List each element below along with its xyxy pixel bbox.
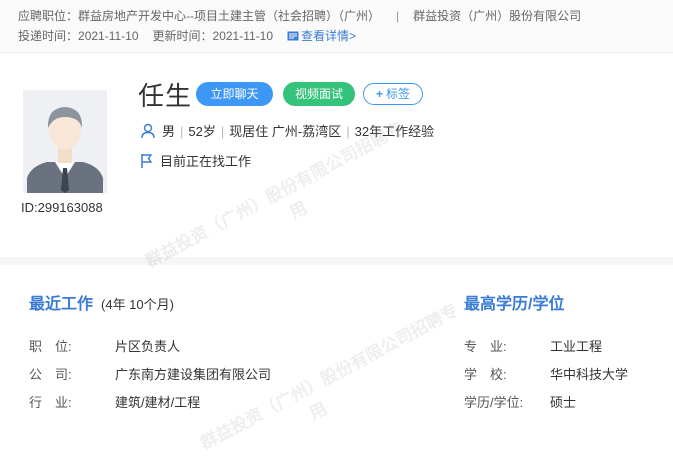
watermark: 群益投资（广州）股份有限公司招聘专用 [140,114,419,294]
school-value: 华中科技大学 [550,367,629,382]
chat-now-button[interactable]: 立即聊天 [196,82,273,106]
separator: | [396,9,400,23]
watermark-line2: 用 [306,398,331,424]
work-company-value: 广东南方建设集团有限公司 [115,367,272,382]
school-label: 学 校: [464,367,507,382]
major-value: 工业工程 [550,339,603,354]
person-icon [141,123,155,139]
submit-time-label: 投递时间： [18,29,79,43]
submit-time: 2021-11-10 [78,29,139,43]
update-time: 2021-11-10 [212,29,274,43]
document-icon [287,31,299,41]
default-male-avatar-icon [23,90,107,193]
work-experience: 32年工作经验 [354,124,435,139]
section-divider [0,257,673,265]
avatar [23,90,107,193]
recent-work-duration: (4年 10个月) [101,297,174,312]
view-details-link[interactable]: 查看详情> [287,29,356,43]
position-label: 应聘职位： [18,9,79,23]
job-status-text: 目前正在找工作 [160,154,252,169]
application-time-row: 投递时间：2021-11-10 更新时间：2021-11-10 查看详情> [18,27,356,44]
basic-info: 男 | 52岁 | 现居住 广州-荔湾区 | 32年工作经验 [140,121,434,140]
company-name: 群益投资（广州）股份有限公司 [413,9,582,23]
add-tag-button[interactable]: + 标签 [363,83,423,105]
video-interview-button[interactable]: 视频面试 [283,82,355,106]
work-company-label: 公 司: [29,367,72,382]
education-title: 最高学历/学位 [464,296,565,313]
plus-icon: + [375,87,383,101]
view-details-label: 查看详情> [301,29,357,43]
recent-work-title: 最近工作 (4年 10个月) [29,290,174,314]
watermark-line2: 用 [286,198,311,223]
degree-label: 学历/学位: [464,395,524,410]
watermark-line1: 群益投资（广州）股份有限公司招聘专 [142,118,407,272]
degree-value: 硕士 [550,395,577,410]
watermark: 群益投资（广州）股份有限公司招聘专用 [195,296,474,476]
application-info-bar: 应聘职位：群益房地产开发中心--项目土建主管（社会招聘）（广州） | 群益投资（广州… [0,0,673,53]
work-position-label: 职 位: [29,339,72,354]
work-industry-label: 行 业: [29,395,72,410]
job-status: 目前正在找工作 [140,151,251,170]
tag-label: 标签 [386,87,411,101]
work-position-value: 片区负责人 [115,339,181,354]
residence: 现居住 广州-荔湾区 [229,124,342,139]
major-label: 专 业: [464,339,507,354]
candidate-id: ID:299163088 [21,200,103,215]
flag-icon [141,154,153,168]
candidate-name: 任生 [138,81,193,111]
application-position-row: 应聘职位：群益房地产开发中心--项目土建主管（社会招聘）（广州） | 群益投资（广州… [18,7,581,24]
age: 52岁 [188,124,216,139]
recent-work-heading: 最近工作 [29,296,94,313]
gender: 男 [162,124,176,139]
work-industry-value: 建筑/建材/工程 [115,395,201,410]
update-time-label: 更新时间： [152,29,213,43]
position-value: 群益房地产开发中心--项目土建主管（社会招聘）（广州） [78,9,381,23]
